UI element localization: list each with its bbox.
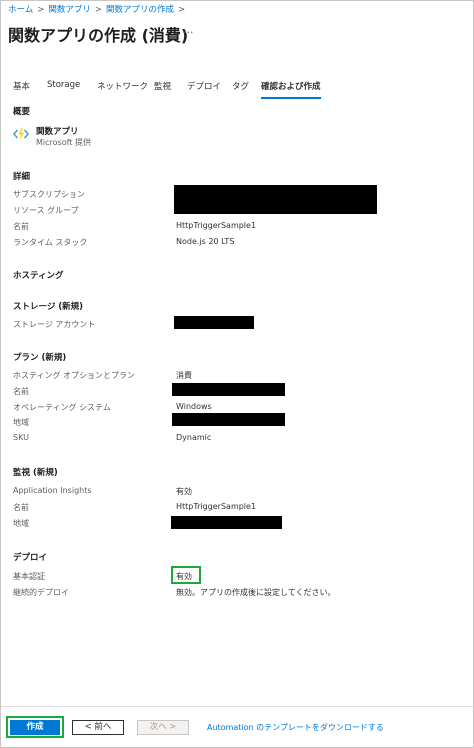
os-value: Windows [176,402,212,411]
redacted-plan-name [172,383,285,396]
app-insights-value: 有効 [176,487,192,496]
redacted-monitoring-region [171,516,282,529]
monitoring-name-label: 名前 [13,503,29,512]
app-provider: Microsoft 提供 [36,138,91,147]
breadcrumb-home[interactable]: ホーム [8,5,33,15]
name-label: 名前 [13,222,29,231]
region-label: 地域 [13,418,29,427]
summary-heading: 概要 [13,107,31,117]
details-heading: 詳細 [13,172,31,182]
sku-label: SKU [13,433,29,442]
storage-heading: ストレージ (新規) [13,302,84,312]
breadcrumb-separator: > [178,5,186,15]
basic-auth-label: 基本認証 [13,572,45,581]
breadcrumb: ホーム > 関数アプリ > 関数アプリの作成 > [8,3,189,15]
app-name: 関数アプリ [36,127,79,137]
function-app-icon [13,127,29,141]
monitoring-heading: 監視 (新規) [13,468,58,478]
hosting-heading: ホスティング [13,271,64,281]
runtime-value: Node.js 20 LTS [176,237,235,246]
previous-button[interactable]: < 前へ [72,720,124,735]
redacted-subscription [174,185,377,214]
breadcrumb-separator: > [94,5,103,15]
monitoring-region-label: 地域 [13,519,29,528]
footer-divider [1,706,473,707]
continuous-deploy-value: 無効。アプリの作成後に設定してください。 [176,588,336,597]
tab-basics[interactable]: 基本 [13,80,30,97]
plan-option-label: ホスティング オプションとプラン [13,371,136,380]
plan-heading: プラン (新規) [13,353,67,363]
redacted-region [172,413,285,426]
continuous-deploy-label: 継続的デプロイ [13,588,69,597]
runtime-label: ランタイム スタック [13,238,88,247]
sku-value: Dynamic [176,433,212,442]
plan-option-value: 消費 [176,371,192,380]
os-label: オペレーティング システム [13,403,111,412]
redacted-storage-account [174,316,254,329]
storage-account-label: ストレージ アカウント [13,320,96,329]
subscription-label: サブスクリプション [13,190,85,199]
create-button[interactable]: 作成 [10,720,60,735]
next-button[interactable]: 次へ > [137,720,189,735]
tab-tags[interactable]: タグ [232,80,249,97]
breadcrumb-separator: > [37,5,45,15]
download-template-link[interactable]: Automation のテンプレートをダウンロードする [207,722,384,733]
plan-name-label: 名前 [13,387,29,396]
tab-monitoring[interactable]: 監視 [154,80,171,97]
breadcrumb-create[interactable]: 関数アプリの作成 [106,5,174,15]
tab-storage[interactable]: Storage [47,80,80,95]
breadcrumb-function-apps[interactable]: 関数アプリ [48,5,91,15]
tab-deploy[interactable]: デプロイ [187,80,221,97]
app-insights-label: Application Insights [13,486,92,495]
deploy-heading: デプロイ [13,553,48,563]
resource-group-label: リソース グループ [13,206,79,215]
tab-network[interactable]: ネットワーク [97,80,148,97]
tab-review-create[interactable]: 確認および作成 [261,80,321,99]
name-value: HttpTriggerSample1 [176,221,257,230]
page-title: 関数アプリの作成 (消費) [8,26,189,45]
more-options-icon[interactable]: ··· [183,26,194,39]
basic-auth-value: 有効 [176,572,192,581]
monitoring-name-value: HttpTriggerSample1 [176,502,257,511]
